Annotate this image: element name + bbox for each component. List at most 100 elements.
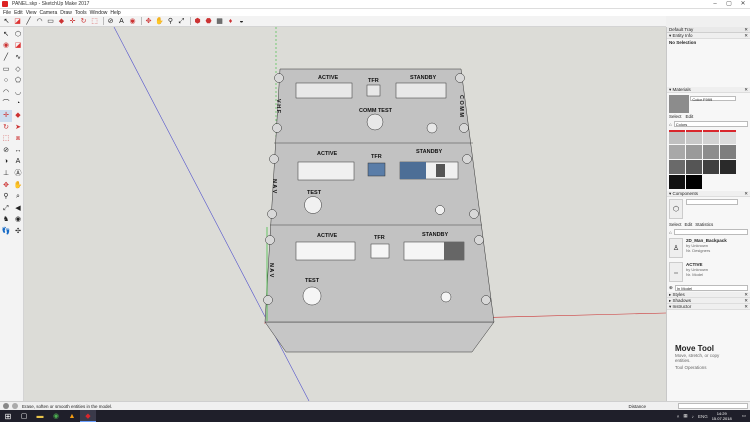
geo-location-icon[interactable] xyxy=(3,403,9,409)
swatch[interactable] xyxy=(703,160,719,174)
walk-icon[interactable]: 👣 xyxy=(0,226,12,238)
notification-icon[interactable]: ▭ xyxy=(742,413,746,419)
swatch[interactable] xyxy=(686,145,702,159)
layout-icon[interactable]: ◒ xyxy=(237,17,246,26)
protractor-icon[interactable]: ◑ xyxy=(0,157,12,169)
rotate-icon[interactable]: ↻ xyxy=(0,122,12,134)
close-icon[interactable]: ✕ xyxy=(744,33,748,39)
file-explorer-icon[interactable]: ▬ xyxy=(32,410,48,422)
instructor-header[interactable]: ▾ Instructor ✕ xyxy=(667,304,750,310)
ruby-icon[interactable]: ♦ xyxy=(226,17,235,26)
components-search-input[interactable] xyxy=(673,229,748,235)
measurements-input[interactable] xyxy=(678,403,748,409)
paint-bucket-icon[interactable]: ◉ xyxy=(0,41,12,53)
swatch[interactable] xyxy=(686,160,702,174)
pan-icon[interactable]: ✋ xyxy=(155,17,164,26)
circle-icon[interactable]: ○ xyxy=(0,75,12,87)
close-icon[interactable]: ✕ xyxy=(744,191,748,197)
current-material-swatch[interactable] xyxy=(669,95,689,113)
scale-icon[interactable]: ⬚ xyxy=(90,17,99,26)
component-icon[interactable]: ⬡ xyxy=(12,29,24,41)
rectangle-icon[interactable]: ▭ xyxy=(0,64,12,76)
menu-file[interactable]: File xyxy=(3,10,11,16)
swatch[interactable] xyxy=(669,175,685,189)
home-icon[interactable]: ⌂ xyxy=(669,122,672,127)
credits-icon[interactable] xyxy=(12,403,18,409)
components-select-tab[interactable]: Select xyxy=(669,222,682,227)
filter-icon[interactable]: ⊕ xyxy=(669,285,673,291)
arc-icon[interactable]: ◠ xyxy=(0,87,12,99)
tape-measure-icon[interactable]: ⊘ xyxy=(0,145,12,157)
zoom-extents-icon[interactable]: ⤢ xyxy=(0,203,12,215)
component-name-field[interactable] xyxy=(686,199,738,205)
network-icon[interactable]: ▦ xyxy=(683,413,687,419)
menu-help[interactable]: Help xyxy=(110,10,120,16)
swatch[interactable] xyxy=(720,130,736,144)
orbit-icon[interactable]: ✥ xyxy=(144,17,153,26)
close-icon[interactable]: ✕ xyxy=(744,304,748,310)
materials-select-tab[interactable]: Select xyxy=(669,114,682,119)
zoom-icon[interactable]: ⚲ xyxy=(166,17,175,26)
rectangle-icon[interactable]: ▭ xyxy=(46,17,55,26)
task-view-icon[interactable]: ▢ xyxy=(16,410,32,422)
swatch[interactable] xyxy=(686,130,702,144)
modeling-viewport[interactable]: ACTIVE TFR STANDBY COMM TEST V H F C O M… xyxy=(24,27,666,401)
text-icon[interactable]: A xyxy=(12,157,24,169)
in-model-icon[interactable]: ⌂ xyxy=(669,230,672,235)
rotate-icon[interactable]: ↻ xyxy=(79,17,88,26)
maximize-icon[interactable]: ▢ xyxy=(722,0,736,9)
eraser-icon[interactable]: ◪ xyxy=(12,41,24,53)
position-camera-icon[interactable]: ♞ xyxy=(0,215,12,227)
zoom-icon[interactable]: ⚲ xyxy=(0,191,12,203)
swatch[interactable] xyxy=(703,130,719,144)
two-point-arc-icon[interactable]: ◡ xyxy=(12,87,24,99)
menu-draw[interactable]: Draw xyxy=(60,10,72,16)
zoom-extents-icon[interactable]: ⤢ xyxy=(177,17,186,26)
arc-icon[interactable]: ◠ xyxy=(35,17,44,26)
menu-window[interactable]: Window xyxy=(90,10,108,16)
sketchup-taskbar-icon[interactable]: ◆ xyxy=(80,410,96,422)
close-icon[interactable]: ✕ xyxy=(744,87,748,93)
component-item[interactable]: ♙ 2D_Man_Backpack by Unknown Nr. Designe… xyxy=(667,236,750,260)
pushpull-icon[interactable]: ◆ xyxy=(12,110,24,122)
extension-icon[interactable]: ▦ xyxy=(215,17,224,26)
menu-view[interactable]: View xyxy=(26,10,37,16)
component-item[interactable]: ▭ ACTIVE by Unknown Nr. Model xyxy=(667,260,750,284)
minimize-icon[interactable]: – xyxy=(708,0,722,9)
material-name-field[interactable]: Color F999 xyxy=(690,96,737,102)
close-icon[interactable]: ✕ xyxy=(736,0,750,9)
zoom-window-icon[interactable]: ⌕ xyxy=(12,191,24,203)
polygon-icon[interactable]: ⬠ xyxy=(12,75,24,87)
text-icon[interactable]: A xyxy=(117,17,126,26)
freehand-icon[interactable]: ∿ xyxy=(12,52,24,64)
swatch[interactable] xyxy=(720,160,736,174)
volume-icon[interactable]: ♪ xyxy=(692,414,694,419)
tape-measure-icon[interactable]: ⊘ xyxy=(106,17,115,26)
clock[interactable]: 14:29 15.07.2018 xyxy=(712,411,736,421)
orbit-icon[interactable]: ✥ xyxy=(0,180,12,192)
eraser-icon[interactable]: ◪ xyxy=(13,17,22,26)
menu-camera[interactable]: Camera xyxy=(39,10,57,16)
rotated-rectangle-icon[interactable]: ◇ xyxy=(12,64,24,76)
language-indicator[interactable]: ENG xyxy=(698,414,708,419)
pushpull-icon[interactable]: ◆ xyxy=(57,17,66,26)
swatch[interactable] xyxy=(703,145,719,159)
components-filter-select[interactable]: In Model xyxy=(674,285,748,291)
pie-icon[interactable]: ◔ xyxy=(12,99,24,111)
swatch[interactable] xyxy=(669,160,685,174)
menu-tools[interactable]: Tools xyxy=(75,10,87,16)
warehouse-icon[interactable]: ⬢ xyxy=(193,17,202,26)
look-around-icon[interactable]: ◉ xyxy=(12,215,24,227)
scale-icon[interactable]: ⬚ xyxy=(0,133,12,145)
paint-bucket-icon[interactable]: ◉ xyxy=(128,17,137,26)
tray-arrow-icon[interactable]: ˄ xyxy=(677,414,680,419)
menu-edit[interactable]: Edit xyxy=(14,10,23,16)
move-icon[interactable]: ✛ xyxy=(68,17,77,26)
line-icon[interactable]: ╱ xyxy=(0,52,12,64)
swatch[interactable] xyxy=(669,145,685,159)
3d-text-icon[interactable]: Ⓐ xyxy=(12,168,24,180)
materials-library-select[interactable]: Colors xyxy=(673,121,748,127)
follow-me-icon[interactable]: ➤ xyxy=(12,122,24,134)
previous-view-icon[interactable]: ◀ xyxy=(12,203,24,215)
swatch[interactable] xyxy=(686,175,702,189)
